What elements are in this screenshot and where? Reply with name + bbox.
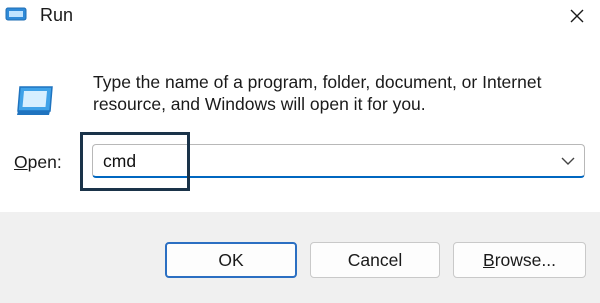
run-icon: [17, 86, 53, 115]
open-label-rest: pen:: [27, 152, 62, 172]
open-combobox[interactable]: cmd: [92, 144, 585, 178]
ok-button[interactable]: OK: [165, 242, 297, 278]
title-bar[interactable]: Run: [0, 0, 600, 34]
chevron-down-icon[interactable]: [560, 155, 576, 167]
run-dialog: Run Type the name of a program, folder, …: [0, 0, 600, 303]
open-input[interactable]: cmd: [103, 151, 136, 172]
browse-accesskey: B: [483, 249, 495, 270]
window-title: Run: [40, 5, 74, 25]
open-label: Open:: [14, 152, 62, 173]
browse-button[interactable]: Browse...: [453, 242, 586, 278]
dialog-content: Type the name of a program, folder, docu…: [0, 34, 600, 212]
close-button[interactable]: [554, 0, 600, 32]
cancel-button[interactable]: Cancel: [310, 242, 440, 278]
run-icon: [5, 7, 27, 21]
close-icon: [570, 9, 584, 23]
browse-label-rest: rowse...: [494, 249, 556, 270]
open-label-accesskey: O: [14, 152, 28, 172]
dialog-footer: OK Cancel Browse...: [0, 212, 600, 303]
dialog-description: Type the name of a program, folder, docu…: [93, 72, 542, 114]
